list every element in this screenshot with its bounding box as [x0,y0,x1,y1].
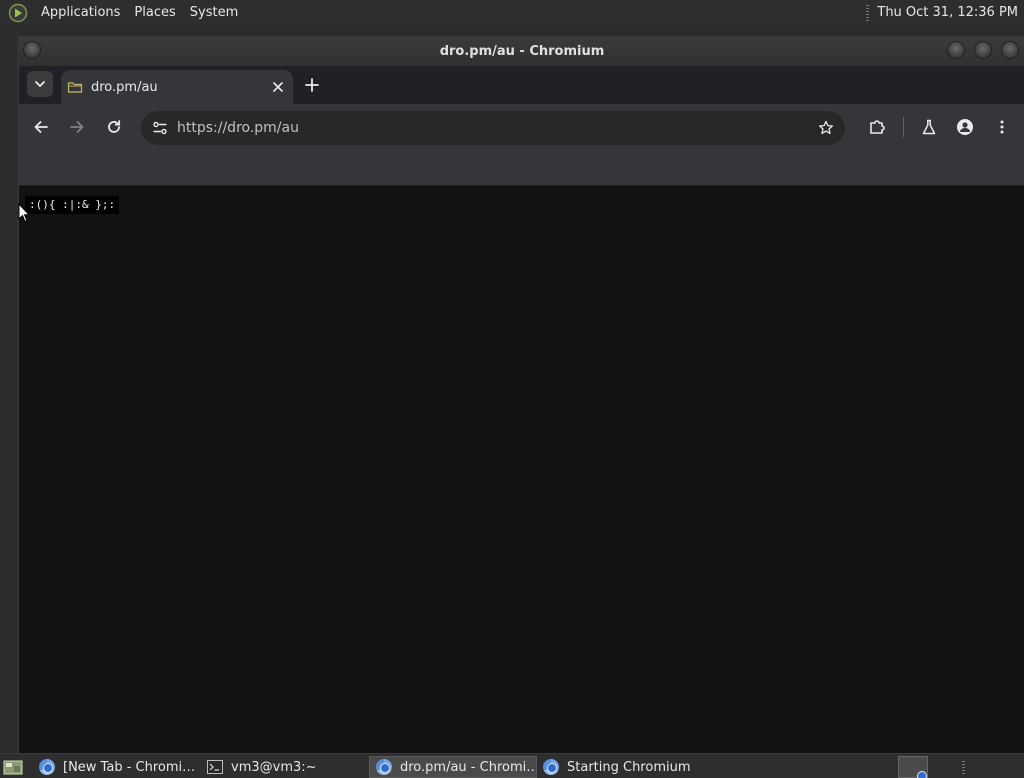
taskbar-item-dro-pm[interactable]: dro.pm/au - Chromi… [369,756,537,778]
window-menu-icon[interactable] [23,41,41,59]
tab-title: dro.pm/au [91,79,158,95]
site-info-icon[interactable] [145,111,175,145]
places-menu[interactable]: Places [127,0,182,25]
taskbar-item-terminal[interactable]: vm3@vm3:~ [201,756,367,778]
chevron-down-icon [35,81,45,88]
chromium-icon [39,759,55,775]
clock[interactable]: Thu Oct 31, 12:36 PM [877,5,1024,20]
plus-icon [305,78,319,92]
forward-button[interactable] [64,114,90,140]
taskbar-item-label: vm3@vm3:~ [231,759,317,775]
back-icon [34,121,48,133]
terminal-icon [207,760,223,774]
bookmarks-bar [19,150,1024,186]
tray-chromium-button[interactable] [898,756,928,778]
window-titlebar[interactable]: dro.pm/au - Chromium [19,36,1024,66]
back-button[interactable] [28,114,54,140]
reload-icon [108,120,121,133]
bookmark-star-icon[interactable] [813,115,839,141]
page-code-text: :(){ :|:& };: [25,196,120,214]
taskbar-item-new-tab[interactable]: [New Tab - Chromi… [33,756,199,778]
tab-strip: dro.pm/au [19,66,1024,104]
taskbar-item-starting-chromium[interactable]: Starting Chromium [537,756,703,778]
taskbar-item-label: Starting Chromium [567,759,691,775]
window-title: dro.pm/au - Chromium [439,43,605,59]
folder-favicon-icon [67,82,83,93]
applications-menu[interactable]: Applications [34,0,127,25]
profile-button[interactable] [952,114,978,140]
toolbar-divider [903,117,904,137]
new-tab-button[interactable] [301,74,323,96]
taskbar: [New Tab - Chromi… vm3@vm3:~ dro.pm/au -… [0,753,1024,778]
tab-search-button[interactable] [27,71,53,97]
show-desktop-icon[interactable] [3,757,23,777]
applications-logo-icon[interactable] [8,3,28,23]
desktop-background [0,25,18,753]
chrome-menu-button[interactable] [989,114,1015,140]
labs-flask-icon [922,119,936,135]
window-close-icon[interactable] [1001,41,1019,59]
top-panel: Applications Places System Thu Oct 31, 1… [0,0,1024,25]
url-text[interactable]: https://dro.pm/au [177,120,813,136]
profile-icon [957,119,973,135]
extensions-icon [870,120,885,134]
extensions-button[interactable] [864,114,890,140]
system-menu[interactable]: System [183,0,245,25]
minimize-icon[interactable] [947,41,965,59]
page-content: :(){ :|:& };: [19,186,1024,753]
maximize-icon[interactable] [974,41,992,59]
chromium-icon [543,759,559,775]
panel-handle-icon [962,761,965,775]
chromium-icon [376,759,392,775]
close-icon[interactable] [269,78,287,96]
mouse-cursor-icon [18,203,30,223]
menu-icon [1000,120,1004,134]
browser-toolbar: https://dro.pm/au [19,104,1024,150]
labs-button[interactable] [916,114,942,140]
address-bar[interactable]: https://dro.pm/au [141,111,845,145]
reload-button[interactable] [101,114,127,140]
taskbar-item-label: [New Tab - Chromi… [63,759,196,775]
chromium-window: dro.pm/au - Chromium dro.pm/au https://d… [18,36,1024,753]
taskbar-item-label: dro.pm/au - Chromi… [400,759,537,775]
panel-handle-icon [866,4,870,21]
tab-dro-pm[interactable]: dro.pm/au [61,70,293,104]
forward-icon [70,121,84,133]
